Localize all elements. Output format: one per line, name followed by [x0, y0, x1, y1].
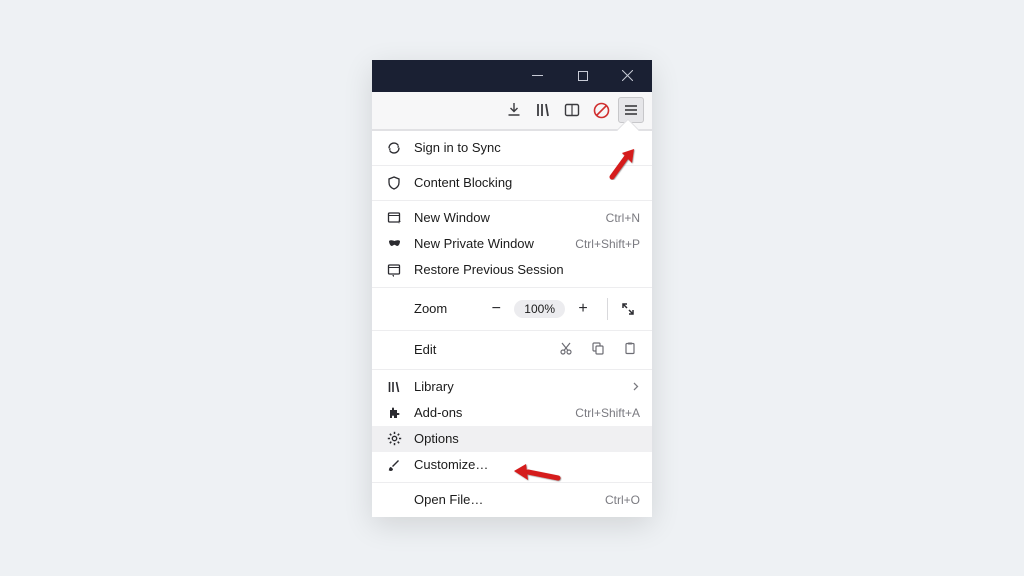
close-button[interactable]	[605, 60, 650, 92]
browser-window: Sign in to Sync Content Blocking + New W…	[372, 60, 652, 517]
edit-row: Edit	[372, 335, 652, 365]
menu-item-options[interactable]: Options	[372, 426, 652, 452]
hamburger-menu: Sign in to Sync Content Blocking + New W…	[372, 130, 652, 517]
paste-icon[interactable]	[623, 341, 637, 358]
gear-icon	[386, 431, 402, 447]
downloads-icon[interactable]	[502, 98, 526, 122]
menu-item-customize[interactable]: Customize…	[372, 452, 652, 478]
menu-item-content-blocking[interactable]: Content Blocking	[372, 170, 652, 196]
library-icon	[386, 379, 402, 395]
menu-item-shortcut: Ctrl+Shift+A	[575, 406, 640, 420]
divider	[607, 298, 608, 320]
menu-item-addons[interactable]: Add-ons Ctrl+Shift+A	[372, 400, 652, 426]
library-icon[interactable]	[531, 98, 555, 122]
menu-item-label: Sign in to Sync	[414, 140, 640, 155]
zoom-row: Zoom − 100% +	[372, 292, 652, 326]
menu-item-label: New Private Window	[414, 236, 563, 251]
window-titlebar	[372, 60, 652, 92]
menu-item-library[interactable]: Library	[372, 374, 652, 400]
new-window-icon: +	[386, 210, 402, 226]
menu-item-new-private-window[interactable]: New Private Window Ctrl+Shift+P	[372, 231, 652, 257]
menu-item-label: Content Blocking	[414, 175, 640, 190]
cut-icon[interactable]	[559, 341, 573, 358]
copy-icon[interactable]	[591, 341, 605, 358]
menu-item-sign-in-sync[interactable]: Sign in to Sync	[372, 135, 652, 161]
paintbrush-icon	[386, 457, 402, 473]
shield-icon	[386, 175, 402, 191]
menu-item-label: Restore Previous Session	[414, 262, 640, 277]
puzzle-icon	[386, 405, 402, 421]
maximize-button[interactable]	[560, 60, 605, 92]
fullscreen-button[interactable]	[616, 297, 640, 321]
zoom-label: Zoom	[414, 301, 484, 316]
menu-item-label: New Window	[414, 210, 594, 225]
edit-label: Edit	[414, 342, 559, 357]
menu-item-shortcut: Ctrl+Shift+P	[575, 237, 640, 251]
sync-icon	[386, 140, 402, 156]
noscript-icon[interactable]	[589, 98, 613, 122]
toolbar	[372, 92, 652, 130]
zoom-out-button[interactable]: −	[484, 297, 508, 321]
menu-item-label: Customize…	[414, 457, 640, 472]
sidebar-icon[interactable]	[560, 98, 584, 122]
menu-item-label: Options	[414, 431, 640, 446]
zoom-in-button[interactable]: +	[571, 297, 595, 321]
menu-item-restore-session[interactable]: Restore Previous Session	[372, 257, 652, 283]
minimize-button[interactable]	[515, 60, 560, 92]
chevron-right-icon	[631, 380, 640, 394]
mask-icon	[386, 236, 402, 252]
restore-icon	[386, 262, 402, 278]
svg-text:+: +	[397, 219, 401, 225]
menu-item-label: Add-ons	[414, 405, 563, 420]
menu-item-open-file[interactable]: Open File… Ctrl+O	[372, 487, 652, 513]
menu-item-label: Open File…	[414, 492, 593, 507]
hamburger-menu-button[interactable]	[618, 97, 644, 123]
menu-item-shortcut: Ctrl+O	[605, 493, 640, 507]
menu-item-new-window[interactable]: + New Window Ctrl+N	[372, 205, 652, 231]
menu-item-shortcut: Ctrl+N	[606, 211, 640, 225]
menu-item-label: Library	[414, 379, 619, 394]
zoom-percent[interactable]: 100%	[514, 300, 565, 318]
